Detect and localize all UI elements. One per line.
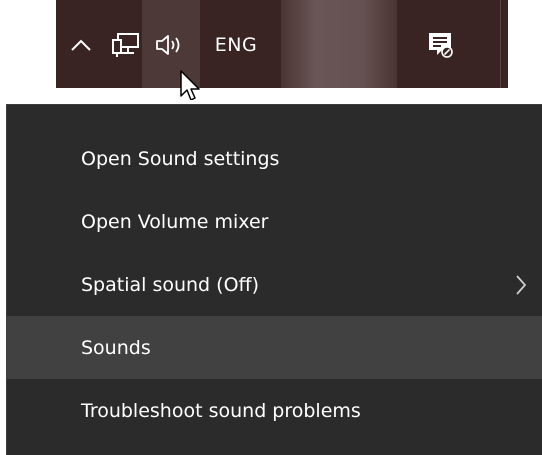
- menu-item-troubleshoot-sound-problems[interactable]: Troubleshoot sound problems: [7, 379, 542, 442]
- menu-panel: Open Sound settings Open Volume mixer Sp…: [6, 104, 542, 455]
- volume-icon: [156, 35, 180, 55]
- menu-item-open-volume-mixer[interactable]: Open Volume mixer: [7, 190, 542, 253]
- network-button[interactable]: [106, 28, 146, 62]
- menu-item-label: Spatial sound (Off): [81, 273, 260, 296]
- action-center-button[interactable]: [418, 28, 462, 62]
- input-language-indicator[interactable]: ENG: [204, 28, 268, 62]
- notification-icon: [429, 33, 453, 58]
- chevron-right-icon: [516, 274, 527, 295]
- menu-item-sounds[interactable]: Sounds: [7, 316, 542, 379]
- sound-context-menu: Open Sound settings Open Volume mixer Sp…: [0, 100, 542, 455]
- network-icon: [112, 33, 139, 57]
- menu-item-label: Sounds: [81, 336, 151, 359]
- show-hidden-icons-button[interactable]: [64, 28, 98, 62]
- menu-item-label: Open Sound settings: [81, 147, 280, 170]
- menu-item-label: Open Volume mixer: [81, 210, 269, 233]
- menu-item-open-sound-settings[interactable]: Open Sound settings: [7, 127, 542, 190]
- blurred-tray-region: [281, 0, 397, 88]
- chevron-up-icon: [71, 39, 91, 51]
- volume-button[interactable]: [148, 28, 192, 62]
- taskbar-system-tray: ENG: [56, 0, 508, 88]
- menu-item-label: Troubleshoot sound problems: [81, 399, 361, 422]
- menu-item-spatial-sound[interactable]: Spatial sound (Off): [7, 253, 542, 316]
- screen: ENG Open Sound settings Open Volume mixe…: [0, 0, 542, 455]
- tray-divider: [500, 0, 501, 88]
